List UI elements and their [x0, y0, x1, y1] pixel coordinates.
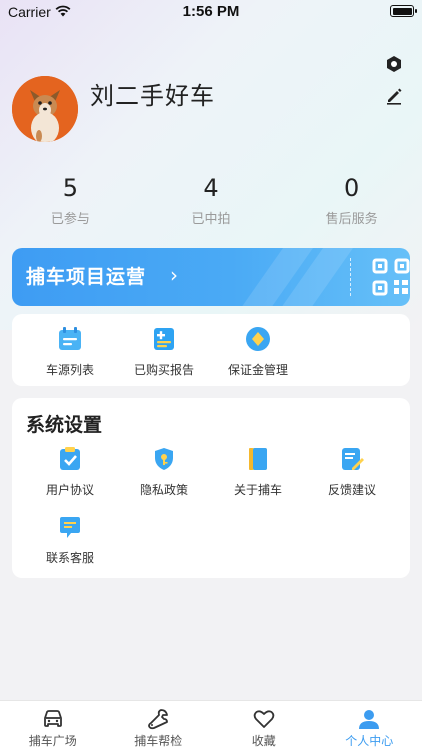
item-label: 反馈建议 — [304, 481, 400, 498]
heart-icon — [252, 707, 276, 731]
item-label: 保证金管理 — [210, 361, 306, 378]
stat-participated[interactable]: 5 已参与 — [0, 174, 141, 234]
chevron-right-icon: › — [170, 263, 178, 287]
banner-title: 捕车项目运营 — [26, 262, 146, 289]
section-title: 系统设置 — [26, 410, 102, 437]
feedback-item[interactable]: 反馈建议 — [304, 446, 400, 498]
tab-bar: 捕车广场 捕车帮检 收藏 个人中心 — [0, 700, 422, 751]
stat-value: 4 — [141, 174, 282, 202]
battery-icon — [390, 5, 414, 17]
avatar[interactable] — [12, 76, 78, 142]
privacy-shield-icon — [151, 446, 177, 472]
privacy-policy-item[interactable]: 隐私政策 — [116, 446, 212, 498]
person-icon — [357, 707, 381, 731]
username: 刘二手好车 — [90, 76, 215, 111]
tab-label: 捕车帮检 — [106, 732, 212, 749]
tab-label: 个人中心 — [317, 732, 422, 749]
edit-icon[interactable] — [384, 86, 404, 106]
stat-label: 已参与 — [0, 208, 141, 227]
car-source-list-item[interactable]: 车源列表 — [22, 326, 118, 378]
stat-won[interactable]: 4 已中拍 — [141, 174, 282, 234]
book-icon — [245, 446, 271, 472]
stat-label: 已中拍 — [141, 208, 282, 227]
tab-profile[interactable]: 个人中心 — [317, 701, 422, 751]
stat-value: 0 — [281, 174, 422, 202]
status-bar: Carrier 1:56 PM — [0, 0, 422, 24]
deposit-diamond-icon — [245, 326, 271, 352]
tab-label: 收藏 — [211, 732, 317, 749]
stat-value: 5 — [0, 174, 141, 202]
item-label: 已购买报告 — [116, 361, 212, 378]
tab-label: 捕车广场 — [0, 732, 106, 749]
item-label: 用户协议 — [22, 481, 118, 498]
tab-favorites[interactable]: 收藏 — [211, 701, 317, 751]
item-label: 关于捕车 — [210, 481, 306, 498]
chat-bubble-icon — [57, 514, 83, 540]
stat-after-sales[interactable]: 0 售后服务 — [281, 174, 422, 234]
item-label: 隐私政策 — [116, 481, 212, 498]
clock: 1:56 PM — [0, 3, 422, 20]
item-label: 车源列表 — [22, 361, 118, 378]
wrench-check-icon — [146, 707, 170, 731]
report-add-icon — [151, 326, 177, 352]
tab-car-square[interactable]: 捕车广场 — [0, 701, 106, 751]
quick-actions-card: 车源列表 已购买报告 保证金管理 — [12, 314, 410, 386]
tab-inspection[interactable]: 捕车帮检 — [106, 701, 212, 751]
system-settings-card: 系统设置 用户协议 隐私政策 关于捕车 反馈建议 联系客服 — [12, 398, 410, 578]
stat-label: 售后服务 — [281, 208, 422, 227]
purchased-reports-item[interactable]: 已购买报告 — [116, 326, 212, 378]
user-agreement-item[interactable]: 用户协议 — [22, 446, 118, 498]
banner-divider — [350, 258, 351, 296]
contact-service-item[interactable]: 联系客服 — [22, 514, 118, 566]
about-item[interactable]: 关于捕车 — [210, 446, 306, 498]
feedback-edit-icon — [339, 446, 365, 472]
calendar-list-icon — [57, 326, 83, 352]
item-label: 联系客服 — [22, 549, 118, 566]
car-icon — [41, 707, 65, 731]
project-operation-banner[interactable]: 捕车项目运营 › — [12, 248, 410, 306]
agreement-clipboard-icon — [57, 446, 83, 472]
stats-row: 5 已参与 4 已中拍 0 售后服务 — [0, 174, 422, 234]
qr-code-icon[interactable] — [372, 258, 410, 296]
deposit-management-item[interactable]: 保证金管理 — [210, 326, 306, 378]
settings-icon[interactable] — [384, 54, 404, 74]
